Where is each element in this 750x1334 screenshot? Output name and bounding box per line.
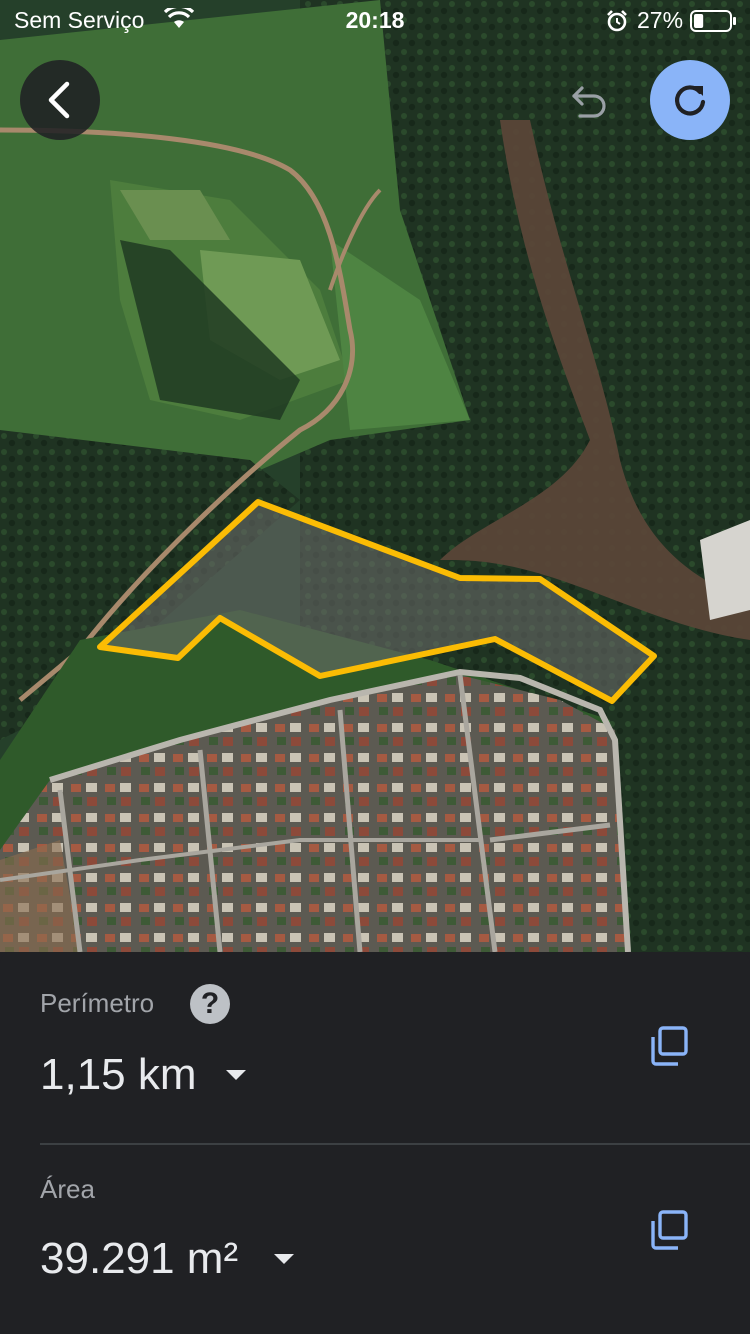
redo-icon: [675, 85, 706, 116]
satellite-map[interactable]: [0, 0, 750, 952]
perimeter-row: Perímetro ? 1,15 km: [0, 952, 750, 1145]
alarm-icon: [605, 9, 629, 39]
area-row: Área 39.291 m²: [0, 1144, 750, 1334]
copy-icon: [651, 1026, 688, 1066]
copy-icon: [651, 1210, 688, 1250]
undo-icon: [572, 86, 606, 118]
chevron-left-icon: [48, 81, 70, 119]
satellite-imagery: [0, 0, 750, 952]
measurement-sheet: Perímetro ? 1,15 km Área 39.291 m²: [0, 952, 750, 1334]
help-icon[interactable]: ?: [190, 984, 230, 1024]
copy-perimeter-button[interactable]: [648, 1025, 690, 1067]
area-label: Área: [40, 1174, 95, 1204]
battery-percent: 27%: [637, 7, 684, 33]
area-unit-dropdown-icon[interactable]: [274, 1254, 294, 1264]
status-bar: Sem Serviço 20:18 27%: [0, 0, 750, 40]
undo-button[interactable]: [566, 78, 614, 122]
battery-icon: [690, 9, 738, 39]
area-value[interactable]: 39.291 m²: [40, 1234, 238, 1284]
copy-area-button[interactable]: [648, 1209, 690, 1251]
perimeter-label: Perímetro: [40, 988, 155, 1018]
perimeter-unit-dropdown-icon[interactable]: [226, 1070, 246, 1080]
perimeter-value[interactable]: 1,15 km: [40, 1050, 197, 1100]
redo-button[interactable]: [650, 60, 730, 140]
back-button[interactable]: [20, 60, 100, 140]
